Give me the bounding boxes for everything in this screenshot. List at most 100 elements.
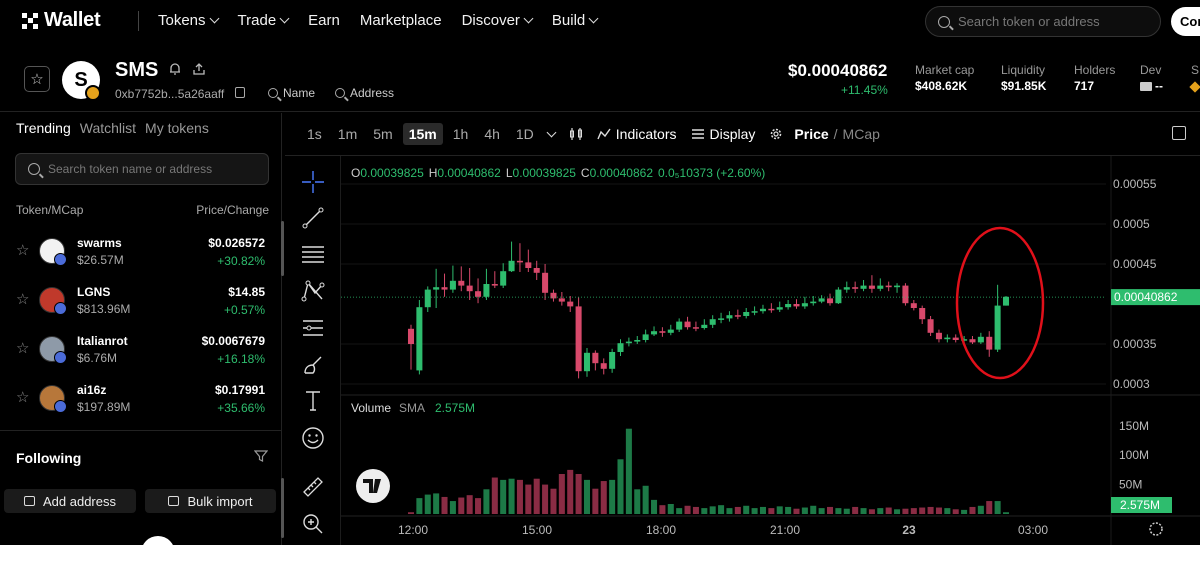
bulk-import-button[interactable]: Bulk import <box>145 489 276 513</box>
star-icon[interactable]: ☆ <box>16 339 29 357</box>
token-row[interactable]: ☆ LGNS $813.96M $14.85 +0.57% <box>0 278 282 327</box>
nav-menu: Tokens Trade Earn Marketplace Discover Build <box>158 12 599 29</box>
ruler-tool[interactable] <box>300 474 326 500</box>
candle-type-icon[interactable] <box>569 127 583 141</box>
filter-icon[interactable] <box>254 449 268 463</box>
fib-tool[interactable] <box>300 242 326 268</box>
timeframe-15m[interactable]: 15m <box>402 123 443 145</box>
volume-bar <box>793 508 800 514</box>
star-icon[interactable]: ☆ <box>16 241 29 259</box>
candle-body <box>441 287 448 290</box>
token-header: ☆ S SMS 0xb7752b...5a26aaff Name Address… <box>0 42 1200 112</box>
position-tool[interactable] <box>300 315 326 341</box>
sidebar: Trending Watchlist My tokens Token/MCap Pr… <box>0 113 284 563</box>
share-icon[interactable] <box>192 62 206 76</box>
candlestick-chart[interactable]: 0.00055 0.0005 0.00045 0.00035 0.0003 150M 100… <box>341 156 1200 545</box>
sidebar-scrollbar-thumb[interactable] <box>281 221 284 276</box>
sidebar-search-input[interactable] <box>48 162 248 176</box>
timeframe-4h[interactable]: 4h <box>478 123 506 145</box>
volume-bar <box>709 506 716 514</box>
token-row[interactable]: ☆ ai16z $197.89M $0.17991 +35.66% <box>0 376 282 425</box>
nav-item-marketplace[interactable]: Marketplace <box>360 12 442 29</box>
sidebar-tab-trending[interactable]: Trending <box>16 120 71 136</box>
nav-item-label: Discover <box>461 12 520 29</box>
mcap-option[interactable]: MCap <box>843 126 880 142</box>
copy-icon[interactable] <box>235 87 245 98</box>
brush-tool[interactable] <box>300 352 326 378</box>
chart-settings-icon[interactable] <box>1149 522 1163 536</box>
candle-body <box>994 305 1001 350</box>
emoji-tool[interactable] <box>300 425 326 451</box>
stat-holders: Holders 717 <box>1074 63 1115 93</box>
zoom-tool[interactable] <box>300 511 326 537</box>
sma-value: 2.575M <box>435 401 475 415</box>
candle-body <box>860 285 867 289</box>
connect-wallet-button[interactable]: Connect <box>1171 7 1200 36</box>
nav-item-trade[interactable]: Trade <box>237 12 290 29</box>
token-row-mcap: $6.76M <box>77 351 118 365</box>
stat-value: $408.62K <box>915 79 968 93</box>
volume-bar <box>500 479 507 514</box>
stat-label: Liquidity <box>1001 63 1046 77</box>
timeframe-1D[interactable]: 1D <box>510 123 540 145</box>
nav-item-earn[interactable]: Earn <box>308 12 340 29</box>
alert-bell-icon[interactable] <box>168 62 182 76</box>
price-option[interactable]: Price <box>794 126 828 142</box>
candle-body <box>407 328 415 344</box>
badge-icon <box>1189 81 1200 93</box>
nav-item-label: Build <box>551 12 586 29</box>
pattern-tool[interactable] <box>300 278 326 304</box>
timeframe-5m[interactable]: 5m <box>367 123 398 145</box>
volume-bar <box>785 506 792 514</box>
volume-bar <box>877 508 884 514</box>
token-name: SMS <box>115 59 159 81</box>
sidebar-search-box[interactable] <box>15 153 269 185</box>
sidebar-scrollbar-thumb-lower[interactable] <box>281 478 284 538</box>
sidebar-tab-my-tokens[interactable]: My tokens <box>145 120 209 136</box>
text-tool[interactable] <box>300 388 326 414</box>
nav-item-label: Trade <box>237 12 277 29</box>
price-mcap-toggle[interactable]: Price / MCap <box>769 126 880 142</box>
fullscreen-icon[interactable] <box>1172 126 1186 140</box>
nav-item-discover[interactable]: Discover <box>461 12 534 29</box>
volume-bar <box>634 489 641 514</box>
search-icon <box>28 163 40 175</box>
candle-body <box>433 287 440 290</box>
indicators-button[interactable]: Indicators <box>597 126 677 142</box>
volume-bar <box>617 459 624 514</box>
search-by-address[interactable]: Address <box>335 86 394 100</box>
ohlc-value: 0.00040862 <box>590 166 654 180</box>
chevron-down-icon[interactable] <box>546 127 557 137</box>
logo[interactable]: Wallet <box>22 9 101 32</box>
top-search-box[interactable] <box>925 6 1161 37</box>
sidebar-tab-watchlist[interactable]: Watchlist <box>80 120 136 136</box>
favorite-star-button[interactable]: ☆ <box>24 66 50 92</box>
candle-body <box>709 319 716 325</box>
search-by-name[interactable]: Name <box>268 86 315 100</box>
price-tick-label: 0.00045 <box>1113 257 1157 271</box>
trend-line-tool[interactable] <box>300 205 326 231</box>
volume-bar <box>491 477 498 514</box>
candle-body <box>558 298 565 302</box>
nav-item-build[interactable]: Build <box>551 12 599 29</box>
stat-value: $91.85K <box>1001 79 1047 93</box>
star-icon[interactable]: ☆ <box>16 388 29 406</box>
add-address-icon <box>24 496 35 506</box>
token-row[interactable]: ☆ swarms $26.57M $0.026572 +30.82% <box>0 229 282 278</box>
volume-bar <box>977 505 984 514</box>
star-icon[interactable]: ☆ <box>16 290 29 308</box>
display-button[interactable]: Display <box>691 126 755 142</box>
candle-body <box>1002 296 1010 306</box>
token-row[interactable]: ☆ Italianrot $6.76M $0.0067679 +16.18% <box>0 327 282 376</box>
timeframe-1h[interactable]: 1h <box>447 123 475 145</box>
name-search-label: Name <box>283 86 316 100</box>
top-search-input[interactable] <box>958 14 1138 29</box>
add-address-button[interactable]: Add address <box>4 489 136 513</box>
candle-body <box>491 284 498 286</box>
timeframe-1s[interactable]: 1s <box>301 123 328 145</box>
timeframe-1m[interactable]: 1m <box>332 123 363 145</box>
crosshair-tool[interactable] <box>300 169 326 195</box>
volume-bar <box>944 508 951 514</box>
nav-item-tokens[interactable]: Tokens <box>158 12 219 29</box>
token-price: $0.00040862 <box>788 61 888 80</box>
